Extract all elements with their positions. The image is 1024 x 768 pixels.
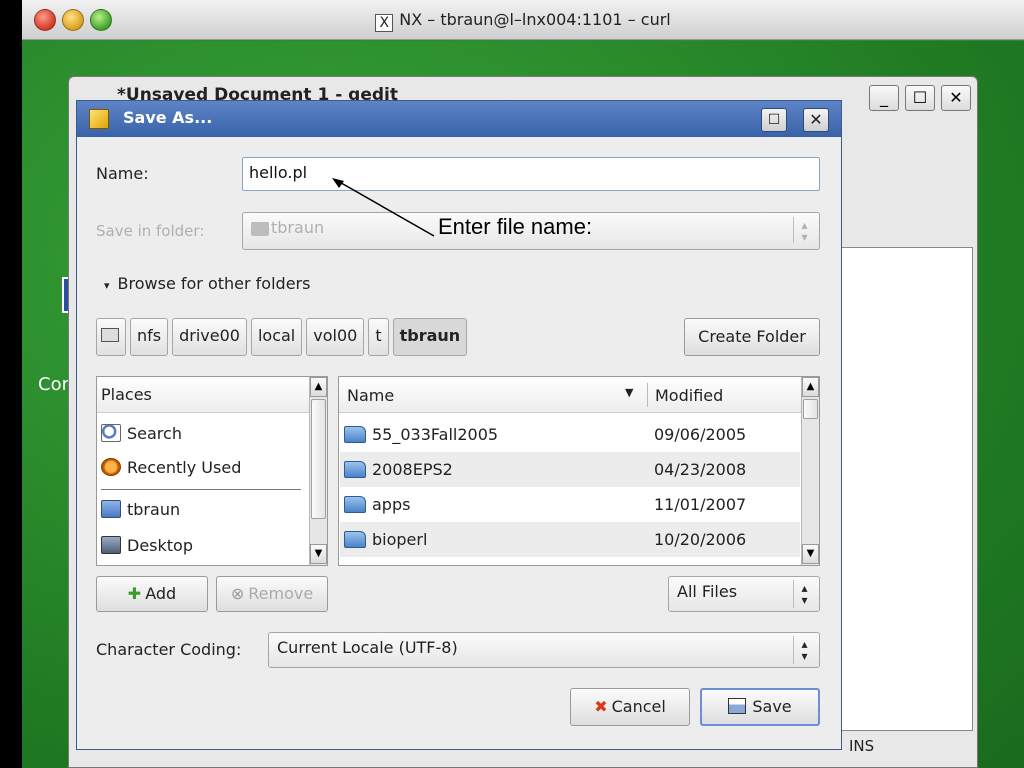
path-crumb-nfs[interactable]: nfs — [130, 318, 169, 356]
places-pane: Places Search Recently Used tbraun Deskt… — [96, 376, 328, 566]
x11-icon: X — [375, 14, 394, 32]
dialog-close-button[interactable]: ✕ — [803, 108, 829, 132]
cancel-label: Cancel — [611, 697, 666, 716]
dialog-maximize-button[interactable]: ☐ — [761, 108, 787, 132]
folder-icon — [344, 426, 366, 443]
path-crumb-tbraun[interactable]: tbraun — [392, 318, 468, 356]
character-coding-combo[interactable]: Current Locale (UTF-8) ▴ ▾ — [268, 632, 820, 668]
path-crumb-drive00[interactable]: drive00 — [172, 318, 247, 356]
gedit-app-icon — [89, 109, 109, 129]
scroll-down-icon[interactable]: ▼ — [310, 544, 327, 564]
annotation-text: Enter file name: — [438, 214, 593, 239]
places-item-home[interactable]: tbraun — [101, 493, 180, 527]
scroll-up-icon[interactable]: ▲ — [802, 377, 819, 397]
file-modified: 10/20/2006 — [654, 530, 747, 549]
add-bookmark-button[interactable]: ✚ Add — [96, 576, 208, 612]
scroll-thumb[interactable] — [803, 399, 818, 419]
disk-icon — [101, 328, 119, 342]
file-row[interactable]: bioperl 10/20/2006 — [340, 522, 800, 557]
file-name: apps — [372, 495, 411, 514]
file-row[interactable]: apps 11/01/2007 — [340, 487, 800, 522]
files-scrollbar[interactable]: ▲ ▼ — [801, 377, 819, 565]
gedit-status-ins: INS — [849, 737, 875, 755]
nx-title-text: NX – tbraun@l–lnx004:1101 – curl — [399, 10, 671, 29]
places-item-recent[interactable]: Recently Used — [101, 451, 241, 485]
folder-icon — [344, 531, 366, 548]
nx-window-title: X NX – tbraun@l–lnx004:1101 – curl — [22, 10, 1024, 32]
cancel-icon: ✖ — [594, 697, 608, 716]
places-separator — [101, 489, 301, 490]
desktop-icon — [101, 536, 121, 554]
save-in-folder-value: tbraun — [271, 218, 325, 237]
dialog-titlebar: Save As... ☐ ✕ — [77, 101, 841, 137]
places-header[interactable]: Places — [97, 377, 309, 413]
file-modified: 04/23/2008 — [654, 460, 747, 479]
scroll-down-icon[interactable]: ▼ — [802, 544, 819, 564]
file-modified: 09/06/2005 — [654, 425, 747, 444]
search-icon — [101, 424, 121, 442]
folder-icon — [344, 496, 366, 513]
file-filter-combo[interactable]: All Files ▴ ▾ — [668, 576, 820, 612]
file-modified: 11/01/2007 — [654, 495, 747, 514]
column-modified-header[interactable]: Modified — [655, 386, 723, 405]
recently-used-icon — [101, 458, 121, 476]
browse-folders-expander[interactable]: ▾ Browse for other folders — [104, 274, 310, 293]
add-label: Add — [145, 584, 177, 603]
desktop-icon-label: Cor — [38, 374, 69, 395]
character-coding-value: Current Locale (UTF-8) — [277, 638, 458, 657]
gedit-close-button[interactable]: ✕ — [941, 85, 971, 111]
save-label: Save — [752, 697, 792, 716]
file-filter-value: All Files — [677, 582, 738, 601]
path-crumb-t[interactable]: t — [368, 318, 389, 356]
column-name-header[interactable]: Name — [347, 386, 394, 405]
file-name: 2008EPS2 — [372, 460, 453, 479]
gedit-maximize-button[interactable]: ☐ — [905, 85, 935, 111]
browse-folders-label: Browse for other folders — [117, 274, 311, 293]
save-in-folder-label: Save in folder: — [96, 222, 205, 240]
file-name: bioperl — [372, 530, 428, 549]
places-item-search[interactable]: Search — [101, 417, 182, 451]
expander-arrow-icon: ▾ — [104, 279, 110, 292]
places-item-label: Desktop — [127, 536, 193, 555]
gedit-minimize-button[interactable]: _ — [869, 85, 899, 111]
cancel-button[interactable]: ✖ Cancel — [570, 688, 690, 726]
combo-arrows-icon: ▴ ▾ — [793, 580, 815, 608]
places-item-label: tbraun — [127, 500, 181, 519]
file-row[interactable]: 2008EPS2 04/23/2008 — [340, 452, 800, 487]
create-folder-button[interactable]: Create Folder — [684, 318, 820, 356]
folder-icon — [251, 222, 269, 236]
places-item-label: Search — [127, 424, 182, 443]
scroll-thumb[interactable] — [311, 399, 326, 519]
places-scrollbar[interactable]: ▲ ▼ — [309, 377, 327, 565]
dialog-title: Save As... — [123, 108, 213, 127]
path-crumb-vol00[interactable]: vol00 — [306, 318, 365, 356]
places-item-label: Recently Used — [127, 458, 242, 477]
places-item-desktop[interactable]: Desktop — [101, 529, 193, 563]
nx-titlebar: X NX – tbraun@l–lnx004:1101 – curl — [22, 0, 1024, 40]
path-crumb-local[interactable]: local — [250, 318, 303, 356]
files-pane: Name ▼ Modified 55_033Fall2005 09/06/200… — [338, 376, 820, 566]
file-name: 55_033Fall2005 — [372, 425, 499, 444]
save-button[interactable]: Save — [700, 688, 820, 726]
combo-arrows-icon: ▴ ▾ — [793, 217, 815, 243]
save-icon — [728, 698, 747, 714]
remove-icon: ⊗ — [230, 584, 245, 603]
annotation-arrow — [332, 178, 435, 237]
gedit-document-area[interactable] — [829, 247, 973, 731]
name-label: Name: — [96, 164, 149, 183]
files-header: Name ▼ Modified — [339, 377, 801, 413]
remove-label: Remove — [248, 584, 314, 603]
file-row[interactable]: 55_033Fall2005 09/06/2005 — [340, 417, 800, 452]
scroll-up-icon[interactable]: ▲ — [310, 377, 327, 397]
remove-bookmark-button[interactable]: ⊗ Remove — [216, 576, 328, 612]
path-bar: nfs drive00 local vol00 t tbraun — [96, 318, 468, 356]
combo-arrows-icon: ▴ ▾ — [793, 636, 815, 664]
filename-input[interactable]: hello.pl — [242, 157, 820, 191]
home-folder-icon — [101, 500, 121, 518]
path-root-button[interactable] — [96, 318, 126, 356]
character-coding-label: Character Coding: — [96, 640, 242, 659]
folder-icon — [344, 461, 366, 478]
sort-descending-icon: ▼ — [625, 386, 634, 399]
add-icon: ✚ — [127, 584, 142, 603]
